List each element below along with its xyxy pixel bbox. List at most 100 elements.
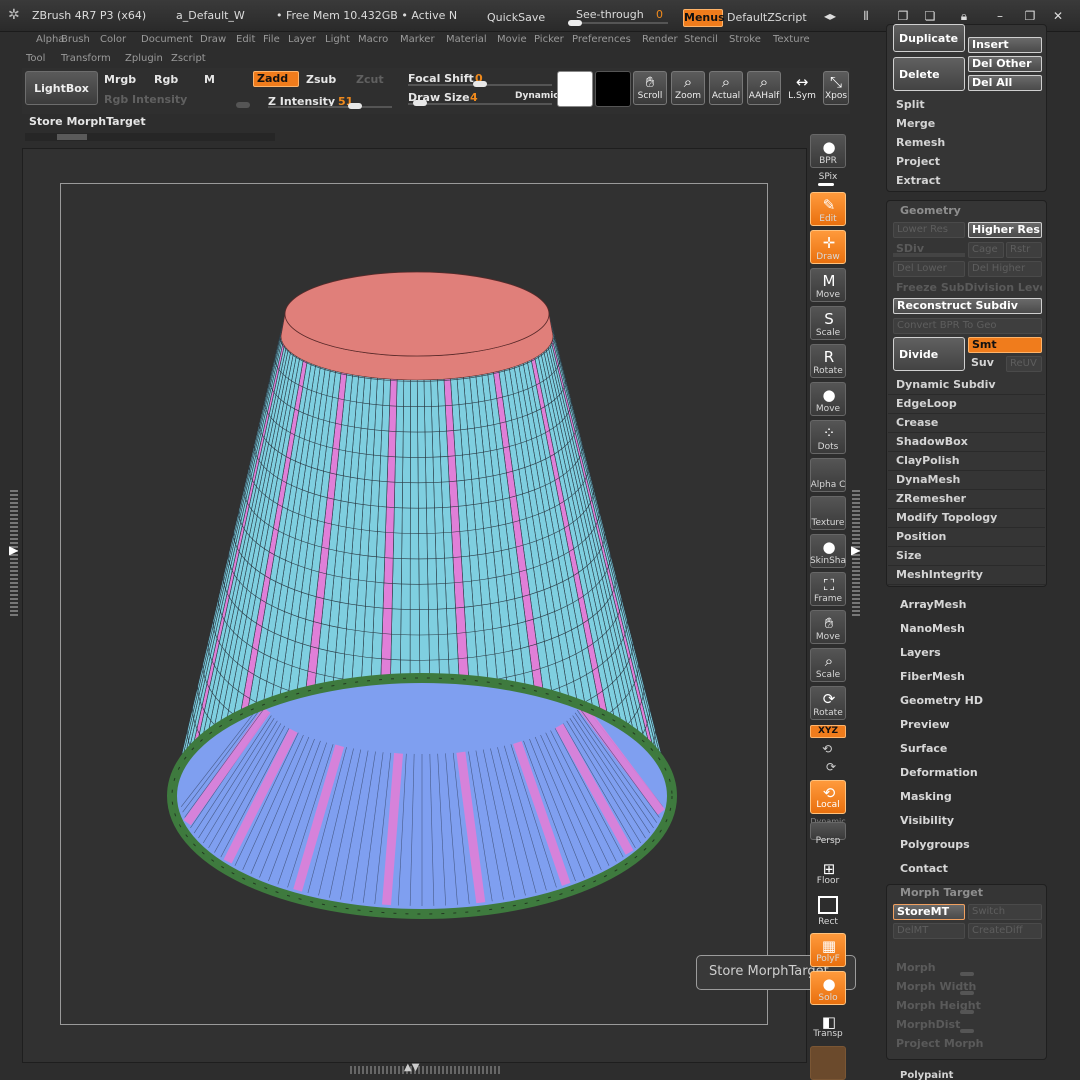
insert-button[interactable]: Insert [968, 37, 1042, 53]
duplicate-button[interactable]: Duplicate [893, 24, 965, 52]
geo-item-zremesher[interactable]: ZRemesher [896, 492, 966, 505]
menu-tool[interactable]: Tool [26, 53, 45, 64]
geo-item-dynamic-subdiv[interactable]: Dynamic Subdiv [896, 378, 996, 391]
menu-transform[interactable]: Transform [61, 53, 111, 64]
subpalette-nanomesh[interactable]: NanoMesh [900, 622, 965, 635]
subpalette-fibermesh[interactable]: FiberMesh [900, 670, 965, 683]
del-higher-button[interactable]: Del Higher [968, 261, 1042, 277]
smt-toggle[interactable]: Smt [968, 337, 1042, 353]
reconstruct-subdiv-button[interactable]: Reconstruct Subdiv [893, 298, 1042, 314]
geo-item-dynamesh[interactable]: DynaMesh [896, 473, 960, 486]
cage-button[interactable]: Cage [968, 242, 1004, 258]
geo-item-divider [888, 565, 1045, 566]
subpalette-deformation[interactable]: Deformation [900, 766, 978, 779]
edit-label: Edit [819, 214, 837, 224]
menu-preferences[interactable]: Preferences [572, 34, 631, 45]
geometry-header[interactable]: Geometry [900, 204, 961, 217]
menu-brush[interactable]: Brush [61, 34, 90, 45]
bottom-tray-arrow-icon[interactable]: ▲▼ [404, 1062, 419, 1073]
geo-item-divider [888, 489, 1045, 490]
bpr-label: BPR [819, 156, 837, 166]
bottom-tray-handle[interactable] [350, 1066, 500, 1074]
menu-picker[interactable]: Picker [534, 34, 564, 45]
menu-render[interactable]: Render [642, 34, 678, 45]
geo-item-meshintegrity[interactable]: MeshIntegrity [896, 568, 983, 581]
freeze-subdivision-button[interactable]: Freeze SubDivision Levels [896, 281, 1042, 294]
menu-file[interactable]: File [263, 34, 280, 45]
geo-item-modify-topology[interactable]: Modify Topology [896, 511, 997, 524]
subpalette-geometry-hd[interactable]: Geometry HD [900, 694, 983, 707]
morphdist-slider[interactable]: MorphDist [896, 1018, 960, 1031]
menu-material[interactable]: Material [446, 34, 487, 45]
morph-height-knob[interactable] [960, 1010, 974, 1014]
rect-label: Rect [818, 917, 838, 927]
subpalette-arraymesh[interactable]: ArrayMesh [900, 598, 966, 611]
menu-movie[interactable]: Movie [497, 34, 527, 45]
geo-item-edgeloop[interactable]: EdgeLoop [896, 397, 957, 410]
xyz-toggle[interactable]: XYZ [810, 725, 846, 738]
menu-stroke[interactable]: Stroke [729, 34, 761, 45]
menu-texture[interactable]: Texture [773, 34, 810, 45]
del-all-button[interactable]: Del All [968, 75, 1042, 91]
menu-light[interactable]: Light [325, 34, 350, 45]
geo-item-shadowbox[interactable]: ShadowBox [896, 435, 968, 448]
morph-target-header[interactable]: Morph Target [900, 886, 983, 899]
lower-res-button[interactable]: Lower Res [893, 222, 965, 238]
spix-slider[interactable] [818, 183, 834, 186]
subpalette-preview[interactable]: Preview [900, 718, 950, 731]
merge-button[interactable]: Merge [896, 117, 935, 130]
subpalette-visibility[interactable]: Visibility [900, 814, 954, 827]
delete-button[interactable]: Delete [893, 57, 965, 91]
menu-color[interactable]: Color [100, 34, 126, 45]
switch-button[interactable]: Switch [968, 904, 1042, 920]
polypaint-header[interactable]: Polypaint [900, 1070, 953, 1080]
morphdist-knob[interactable] [960, 1029, 974, 1033]
geo-item-position[interactable]: Position [896, 530, 946, 543]
subpalette-masking[interactable]: Masking [900, 790, 952, 803]
subpalette-layers[interactable]: Layers [900, 646, 941, 659]
project-button[interactable]: Project [896, 155, 940, 168]
rotate-label: Rotate [813, 366, 843, 376]
creatediff-button[interactable]: CreateDiff [968, 923, 1042, 939]
ghost-button[interactable] [810, 1046, 846, 1080]
extract-button[interactable]: Extract [896, 174, 941, 187]
cone-mesh[interactable] [167, 271, 677, 919]
subpalette-contact[interactable]: Contact [900, 862, 948, 875]
geo-item-size[interactable]: Size [896, 549, 922, 562]
geo-item-claypolish[interactable]: ClayPolish [896, 454, 960, 467]
delmt-button[interactable]: DelMT [893, 923, 965, 939]
reuv-button[interactable]: ReUV [1006, 356, 1042, 372]
morph-slider[interactable]: Morph [896, 961, 936, 974]
suv-toggle[interactable]: Suv [971, 356, 994, 369]
menu-document[interactable]: Document [141, 34, 193, 45]
morph-knob[interactable] [960, 972, 974, 976]
menu-layer[interactable]: Layer [288, 34, 316, 45]
subpalette-surface[interactable]: Surface [900, 742, 947, 755]
split-button[interactable]: Split [896, 98, 925, 111]
morph-width-knob[interactable] [960, 991, 974, 995]
storemt-button[interactable]: StoreMT [893, 904, 965, 920]
menu-draw[interactable]: Draw [200, 34, 226, 45]
menu-marker[interactable]: Marker [400, 34, 435, 45]
sdiv-track[interactable] [893, 253, 965, 257]
del-other-button[interactable]: Del Other [968, 56, 1042, 72]
convert-bpr-button[interactable]: Convert BPR To Geo [893, 318, 1042, 334]
menu-macro[interactable]: Macro [358, 34, 388, 45]
spix-label[interactable]: SPix [806, 172, 850, 182]
rstr-button[interactable]: Rstr [1006, 242, 1042, 258]
rect-icon[interactable] [818, 896, 838, 914]
remesh-button[interactable]: Remesh [896, 136, 945, 149]
menu-zscript[interactable]: Zscript [171, 53, 206, 64]
del-lower-button[interactable]: Del Lower [893, 261, 965, 277]
menu-stencil[interactable]: Stencil [684, 34, 718, 45]
scale-icon: S [824, 310, 834, 328]
divide-button[interactable]: Divide [893, 337, 965, 371]
rotate-z-icon[interactable]: ⟳ [826, 760, 836, 774]
project-morph-button[interactable]: Project Morph [896, 1037, 984, 1050]
menu-zplugin[interactable]: Zplugin [125, 53, 163, 64]
subpalette-polygroups[interactable]: Polygroups [900, 838, 970, 851]
rotate-y-icon[interactable]: ⟲ [822, 742, 832, 756]
geo-item-crease[interactable]: Crease [896, 416, 938, 429]
menu-edit[interactable]: Edit [236, 34, 255, 45]
higher-res-button[interactable]: Higher Res [968, 222, 1042, 238]
